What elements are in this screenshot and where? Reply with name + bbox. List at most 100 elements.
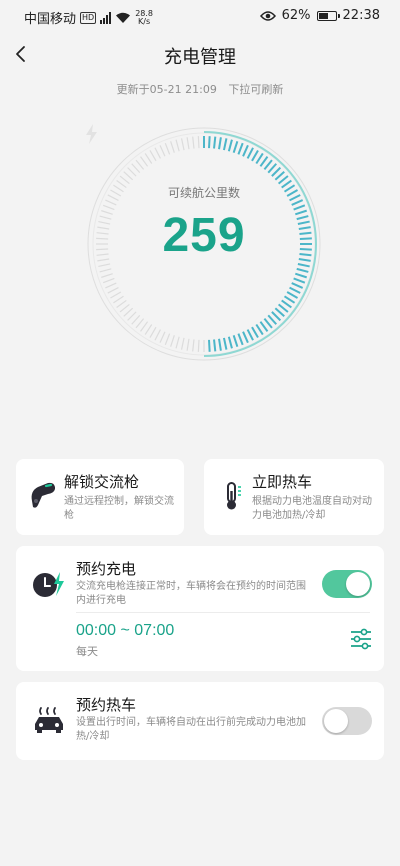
carrier-name: 中国移动 bbox=[24, 12, 77, 27]
scheduled-charge-desc: 交流充电枪连接正常时，车辆将会在预约的时间范围内进行充电 bbox=[76, 581, 306, 606]
gauge-tick-active bbox=[237, 333, 244, 346]
gauge-tick bbox=[119, 175, 130, 185]
gauge-tick-active bbox=[277, 175, 289, 185]
net-speed: 28.8 K/s bbox=[135, 9, 153, 26]
divider bbox=[76, 612, 370, 613]
gauge-tick-active bbox=[213, 339, 217, 352]
gauge-tick bbox=[127, 167, 137, 177]
gauge-tick bbox=[170, 335, 175, 347]
gauge-tick-active bbox=[286, 291, 299, 299]
gauge-tick bbox=[131, 163, 141, 174]
gauge-tick-active bbox=[259, 321, 269, 332]
gauge-tick bbox=[135, 318, 145, 329]
unlock-gun-title: 解锁交流枪 bbox=[64, 473, 140, 491]
gauge-tick-active bbox=[237, 142, 244, 155]
preheat-now-desc: 根据动力电池温度自动对动力电池加热/冷却 bbox=[252, 496, 372, 521]
scheduled-heat-card: 预约热车 设置出行时间，车辆将自动在出行前完成动力电池加热/冷却 bbox=[16, 682, 384, 760]
gauge-tick-active bbox=[242, 144, 249, 157]
scheduled-charge-icon bbox=[33, 572, 64, 597]
gauge-tick-active bbox=[274, 170, 285, 181]
gauge-tick-active bbox=[246, 329, 254, 341]
gauge-tick-active bbox=[267, 314, 278, 325]
gauge-tick-active bbox=[227, 336, 233, 349]
charging-gun-icon bbox=[31, 482, 55, 508]
gauge-tick-active bbox=[213, 136, 217, 149]
gauge-tick bbox=[107, 287, 119, 294]
scheduled-heat-title: 预约热车 bbox=[76, 696, 137, 714]
gauge-tick-active bbox=[222, 337, 228, 350]
status-bar: 中国移动 HD 28.8 K/s 62% 22:38 bbox=[0, 0, 400, 32]
gauge-tick-active bbox=[263, 317, 273, 329]
gauge-tick bbox=[175, 336, 180, 349]
gauge-tick bbox=[144, 153, 153, 164]
gauge-tick bbox=[99, 268, 112, 273]
wifi-icon bbox=[116, 12, 131, 23]
gauge-tick bbox=[197, 136, 200, 149]
clock: 22:38 bbox=[342, 8, 380, 23]
gauge-tick bbox=[116, 299, 127, 308]
car-heating-icon bbox=[35, 707, 63, 733]
gauge-tick bbox=[186, 137, 190, 150]
status-right: 62% 22:38 bbox=[259, 8, 380, 23]
charge-repeat: 每天 bbox=[76, 645, 98, 658]
unlock-gun-card[interactable]: 解锁交流枪 通过远程控制，解锁交流枪 bbox=[16, 459, 184, 535]
gauge-tick bbox=[180, 138, 185, 151]
scheduled-heat-toggle[interactable] bbox=[322, 707, 372, 735]
battery-icon bbox=[316, 10, 340, 21]
gauge-tick-active bbox=[294, 272, 308, 279]
gauge-tick bbox=[154, 147, 161, 159]
gauge-tick-active bbox=[242, 331, 249, 344]
gauge-tick-active bbox=[277, 303, 289, 313]
gauge-tick-active bbox=[267, 163, 278, 174]
gauge-tick bbox=[140, 156, 149, 167]
gauge-tick-active bbox=[251, 149, 259, 162]
charge-settings-button[interactable] bbox=[350, 628, 372, 650]
gauge-tick-active bbox=[296, 267, 309, 273]
range-gauge: 可续航公里数 259 bbox=[84, 124, 324, 364]
gauge-tick-active bbox=[291, 282, 304, 289]
scheduled-heat-desc: 设置出行时间，车辆将自动在出行前完成动力电池加热/冷却 bbox=[76, 717, 306, 742]
gauge-tick-active bbox=[246, 147, 254, 159]
page-title: 充电管理 bbox=[164, 47, 236, 68]
gauge-tick-active bbox=[227, 139, 233, 152]
gauge-tick-active bbox=[274, 307, 285, 318]
gauge-tick-active bbox=[271, 166, 282, 177]
charge-time-range[interactable]: 00:00 ~ 07:00 bbox=[76, 622, 174, 640]
gauge-tick bbox=[98, 263, 111, 268]
gauge-tick bbox=[149, 150, 157, 162]
gauge-label: 可续航公里数 bbox=[167, 186, 240, 200]
refresh-hint: 下拉可刷新 bbox=[228, 83, 284, 96]
gauge-tick bbox=[192, 339, 195, 352]
header: 充电管理 bbox=[0, 38, 400, 70]
gauge-tick bbox=[127, 311, 137, 321]
gauge-tick-active bbox=[289, 286, 301, 294]
gauge-tick bbox=[164, 333, 171, 346]
update-time: 更新于05-21 21:09 bbox=[116, 83, 217, 96]
gauge-tick bbox=[154, 329, 161, 341]
hd-badge: HD bbox=[80, 11, 97, 24]
gauge-tick bbox=[175, 139, 180, 152]
sliders-icon bbox=[351, 628, 371, 650]
gauge-tick bbox=[159, 145, 166, 157]
scheduled-charge-card: 预约充电 交流充电枪连接正常时，车辆将会在预约的时间范围内进行充电 00:00 … bbox=[16, 546, 384, 671]
gauge-tick bbox=[123, 171, 134, 181]
gauge-tick-active bbox=[232, 334, 239, 348]
gauge-tick-active bbox=[293, 277, 306, 284]
preheat-now-card[interactable]: 立即热车 根据动力电池温度自动对动力电池加热/冷却 bbox=[204, 459, 384, 535]
gauge-tick-active bbox=[222, 138, 228, 151]
gauge-tick bbox=[113, 295, 124, 304]
gauge-tick-active bbox=[208, 339, 211, 352]
gauge-tick-active bbox=[232, 140, 239, 154]
gauge-tick-active bbox=[263, 159, 273, 171]
gauge-tick bbox=[123, 307, 134, 317]
gauge-tick bbox=[131, 314, 141, 325]
gauge-tick bbox=[186, 338, 190, 351]
gauge-tick bbox=[164, 142, 171, 155]
gauge-tick bbox=[135, 159, 145, 170]
preheat-now-title: 立即热车 bbox=[252, 473, 313, 491]
scheduled-charge-toggle[interactable] bbox=[322, 570, 372, 598]
update-info: 更新于05-21 21:09 下拉可刷新 bbox=[0, 81, 400, 97]
gauge-tick bbox=[144, 324, 153, 335]
gauge-tick bbox=[159, 331, 166, 343]
gauge-tick bbox=[102, 277, 115, 284]
